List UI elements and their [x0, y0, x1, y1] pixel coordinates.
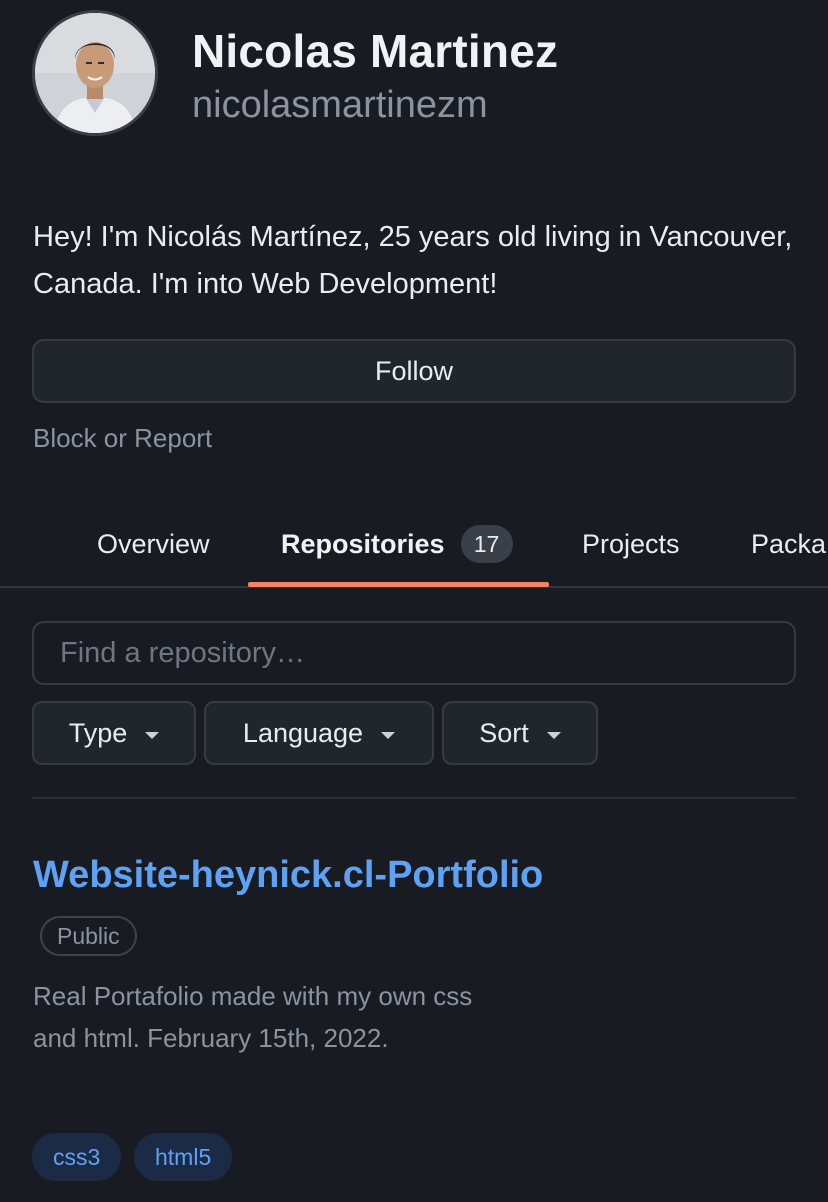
- avatar-photo: [35, 13, 155, 133]
- tab-projects[interactable]: Projects: [582, 500, 680, 588]
- profile-tabs: Overview Repositories 17 Projects Packa: [0, 500, 828, 588]
- find-repository-input[interactable]: [32, 621, 796, 685]
- type-filter-dropdown[interactable]: Type: [32, 701, 196, 765]
- tab-overview[interactable]: Overview: [97, 500, 210, 588]
- sort-filter-dropdown[interactable]: Sort: [442, 701, 598, 765]
- follow-button[interactable]: Follow: [32, 339, 796, 403]
- tab-packages[interactable]: Packa: [751, 500, 826, 588]
- profile-username: nicolasmartinezm: [192, 84, 488, 126]
- profile-page: Nicolas Martinez nicolasmartinezm Hey! I…: [0, 0, 828, 1202]
- filter-label: Sort: [479, 717, 529, 748]
- visibility-badge: Public: [40, 916, 137, 956]
- repositories-count-badge: 17: [460, 525, 513, 563]
- active-tab-underline: [248, 582, 549, 587]
- filter-label: Language: [242, 717, 364, 748]
- tab-label: Overview: [97, 528, 210, 559]
- profile-bio: Hey! I'm Nicolás Martínez, 25 years old …: [33, 221, 793, 300]
- language-filter-dropdown[interactable]: Language: [204, 701, 434, 765]
- divider: [32, 797, 796, 799]
- tab-repositories[interactable]: Repositories 17: [281, 500, 513, 588]
- profile-full-name: Nicolas Martinez: [192, 25, 559, 77]
- avatar[interactable]: [32, 10, 158, 136]
- caret-down-icon: [381, 731, 396, 739]
- repository-name-link[interactable]: Website-heynick.cl-Portfolio: [33, 854, 543, 897]
- caret-down-icon: [145, 731, 160, 739]
- topic-tag[interactable]: html5: [134, 1133, 233, 1181]
- caret-down-icon: [546, 731, 561, 739]
- filter-label: Type: [68, 717, 128, 748]
- tab-label: Repositories: [281, 528, 445, 559]
- tab-label: Packa: [751, 528, 827, 559]
- block-or-report-link[interactable]: Block or Report: [33, 423, 212, 454]
- repository-description: Real Portafolio made with my own css and…: [33, 981, 473, 1053]
- topic-tag[interactable]: css3: [32, 1133, 122, 1181]
- tab-label: Projects: [582, 528, 680, 559]
